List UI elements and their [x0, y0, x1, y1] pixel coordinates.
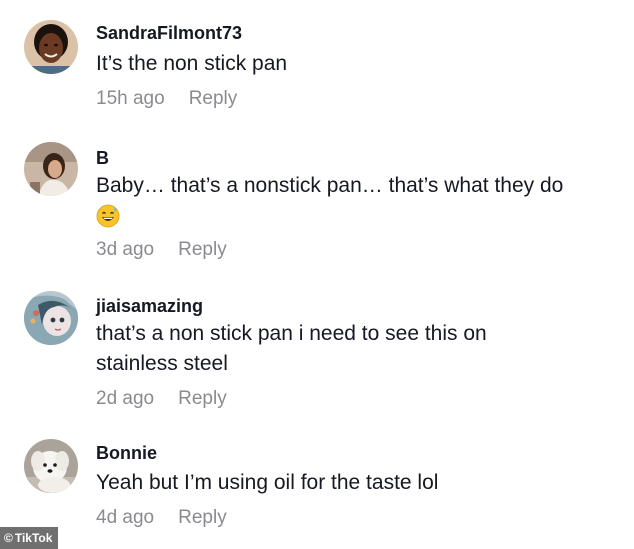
comment-text: Baby… that’s a nonstick pan… that’s what…: [96, 171, 616, 231]
reply-button[interactable]: Reply: [189, 88, 238, 109]
avatar[interactable]: [24, 142, 78, 196]
comment-text: that’s a non stick pan i need to see thi…: [96, 322, 487, 375]
comment-meta: 15h ago Reply: [96, 88, 237, 110]
comment-item: Bonnie Yeah but I’m using oil for the ta…: [0, 430, 634, 549]
comment-item: SandraFilmont73 It’s the non stick pan 1…: [0, 0, 634, 130]
comment-username[interactable]: SandraFilmont73: [96, 23, 242, 44]
comment-meta: 3d ago Reply: [96, 239, 227, 261]
comment-username[interactable]: B: [96, 148, 109, 169]
comment-time: 3d ago: [96, 239, 155, 260]
comment-text: It’s the non stick pan: [96, 52, 288, 75]
avatar[interactable]: [24, 439, 78, 493]
watermark-label: TikTok: [14, 531, 53, 545]
grinning-sweat-emoji: [96, 205, 120, 228]
comment-username[interactable]: Bonnie: [96, 443, 157, 464]
avatar-image: [24, 291, 78, 345]
reply-button[interactable]: Reply: [178, 388, 227, 409]
reply-button[interactable]: Reply: [178, 239, 227, 260]
avatar[interactable]: [24, 291, 78, 345]
avatar[interactable]: [24, 20, 78, 74]
avatar-image: [24, 20, 78, 74]
tiktok-watermark: © TikTok: [0, 527, 59, 549]
comment-time: 4d ago: [96, 507, 155, 528]
avatar-image: [24, 142, 78, 196]
comment-item: jiaisamazing that’s a non stick pan i ne…: [0, 280, 634, 430]
comment-item: B Baby… that’s a nonstick pan… that’s wh…: [0, 130, 634, 280]
comment-text: Yeah but I’m using oil for the taste lol: [96, 471, 439, 494]
comment-time: 2d ago: [96, 388, 155, 409]
reply-button[interactable]: Reply: [178, 507, 227, 528]
comment-meta: 2d ago Reply: [96, 388, 227, 410]
comment-username[interactable]: jiaisamazing: [96, 296, 203, 317]
comment-meta: 4d ago Reply: [96, 507, 227, 529]
avatar-image: [24, 439, 78, 493]
copyright-icon: ©: [4, 531, 13, 545]
comment-time: 15h ago: [96, 88, 165, 109]
comment-text-content: Baby… that’s a nonstick pan… that’s what…: [96, 174, 564, 197]
